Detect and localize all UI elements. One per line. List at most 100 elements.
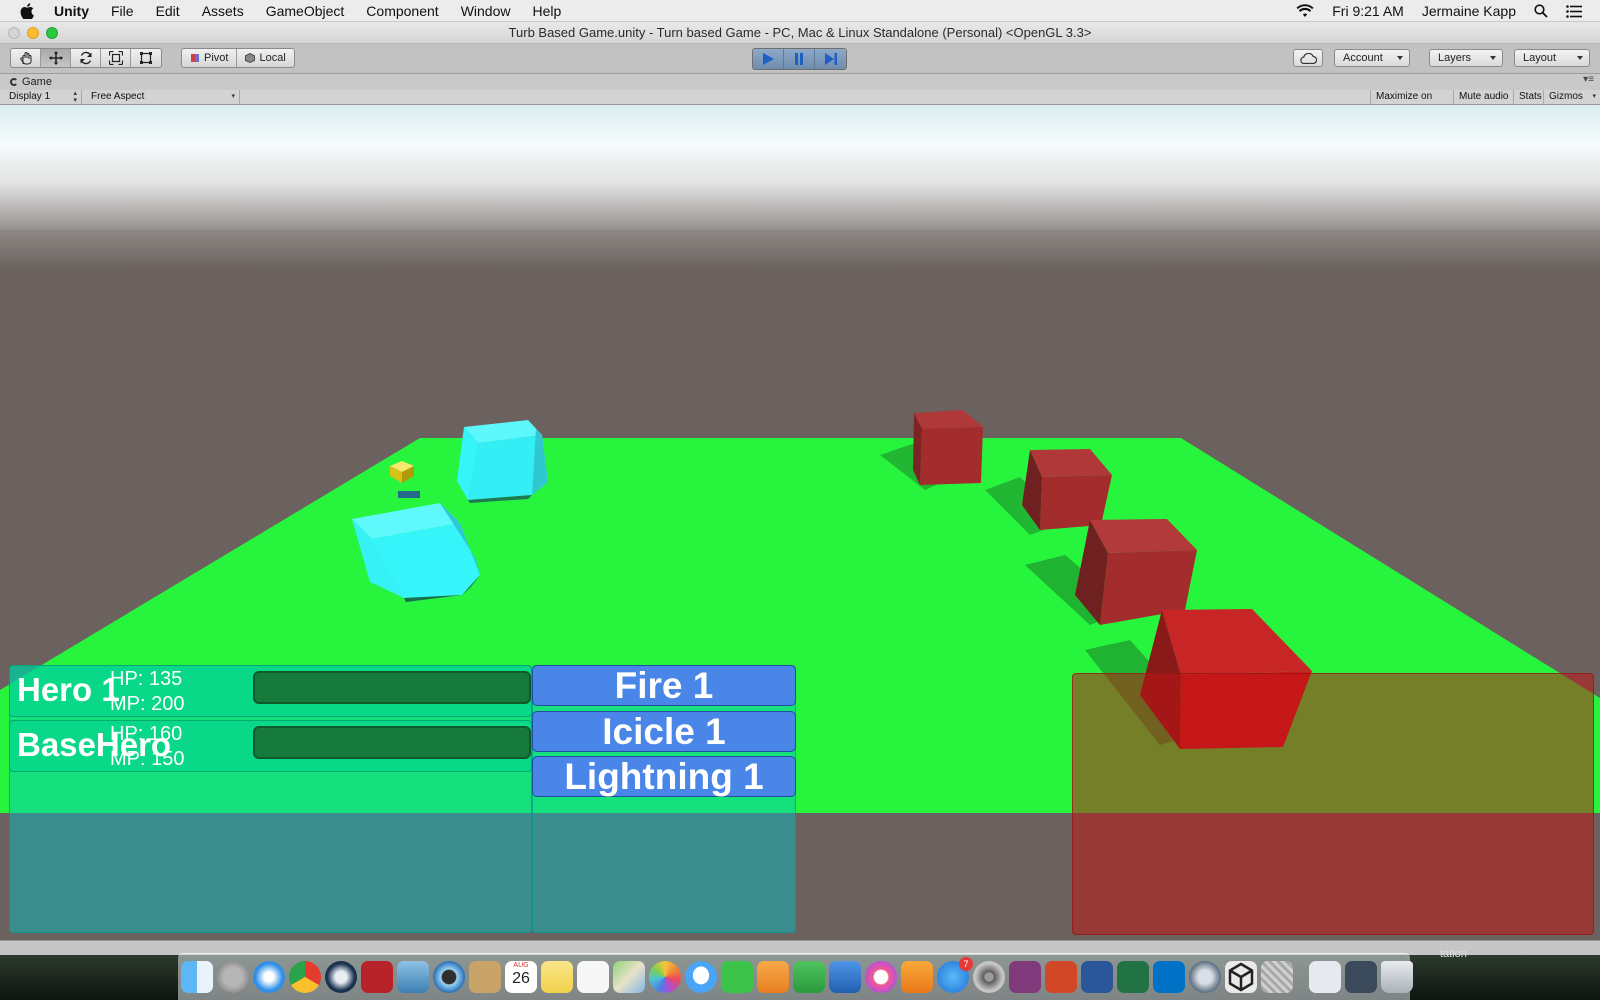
maximize-on-play-toggle[interactable]: Maximize on Play bbox=[1370, 90, 1454, 116]
wifi-icon[interactable] bbox=[1296, 4, 1314, 18]
app-store-icon[interactable]: 7 bbox=[937, 957, 973, 993]
contacts-icon[interactable] bbox=[469, 961, 501, 993]
collab-cloud-button[interactable] bbox=[1293, 49, 1323, 67]
enemy-cube-1[interactable] bbox=[913, 410, 983, 485]
pivot-toggle[interactable]: Pivot bbox=[182, 49, 238, 67]
notification-center-icon[interactable] bbox=[1566, 4, 1582, 18]
remote-desktop-icon[interactable] bbox=[1189, 961, 1221, 993]
local-cube-icon bbox=[245, 53, 256, 63]
hero-name: Hero 1 bbox=[17, 671, 120, 708]
chevron-down-icon bbox=[1577, 56, 1583, 60]
calendar-icon[interactable]: AUG 26 bbox=[505, 961, 537, 993]
menu-component[interactable]: Component bbox=[366, 3, 438, 19]
stats-toggle[interactable]: Stats bbox=[1514, 90, 1544, 104]
excel-icon[interactable] bbox=[1117, 961, 1149, 993]
mute-audio-label: Mute audio bbox=[1459, 91, 1509, 102]
chevron-down-icon bbox=[1397, 56, 1403, 60]
lightning-1-button[interactable]: Lightning 1 bbox=[532, 756, 796, 797]
launchpad-icon[interactable] bbox=[217, 961, 249, 993]
quicktime-icon[interactable] bbox=[433, 961, 465, 993]
game-view-controls: Display 1 ▴▾ Free Aspect ▾ Maximize on P… bbox=[0, 90, 1600, 116]
play-button[interactable] bbox=[753, 49, 784, 69]
tab-game-label: Game bbox=[22, 76, 52, 88]
preview-icon[interactable] bbox=[397, 961, 429, 993]
scanner-icon[interactable] bbox=[1261, 961, 1293, 993]
photo-booth-icon[interactable] bbox=[361, 961, 393, 993]
menu-edit[interactable]: Edit bbox=[156, 3, 180, 19]
rotate-icon bbox=[79, 51, 92, 65]
unity-toolbar: Pivot Local Account Layers Layout bbox=[0, 44, 1600, 74]
spotlight-search-icon[interactable] bbox=[1534, 4, 1548, 18]
macos-menu-bar: Unity File Edit Assets GameObject Compon… bbox=[0, 0, 1600, 22]
messages-icon[interactable] bbox=[685, 961, 717, 993]
steam-icon[interactable] bbox=[325, 961, 357, 993]
enemy-cube-3[interactable] bbox=[1075, 519, 1197, 625]
powerpoint-icon[interactable] bbox=[1045, 961, 1077, 993]
minimize-window-button[interactable] bbox=[27, 27, 39, 39]
tab-menu-icon[interactable]: ▾≡ bbox=[1583, 74, 1594, 85]
onenote-icon[interactable] bbox=[1009, 961, 1041, 993]
hand-tool-button[interactable] bbox=[11, 49, 41, 67]
finder-icon[interactable] bbox=[181, 961, 213, 993]
hero-cube-back[interactable] bbox=[457, 420, 548, 503]
close-window-button[interactable] bbox=[8, 27, 20, 39]
keynote-icon[interactable] bbox=[829, 961, 861, 993]
downloads-folder-icon[interactable] bbox=[1309, 961, 1341, 993]
game-viewport[interactable]: Hero 1 HP: 135 MP: 200 BaseHero HP: 160 … bbox=[0, 105, 1600, 940]
display-select[interactable]: Display 1 ▴ ▾ bbox=[4, 90, 82, 104]
hero-status-2[interactable]: BaseHero HP: 160 MP: 150 bbox=[9, 720, 532, 772]
facetime-icon[interactable] bbox=[721, 961, 753, 993]
itunes-icon[interactable] bbox=[865, 961, 897, 993]
rotate-tool-button[interactable] bbox=[71, 49, 101, 67]
hero-progress-bar bbox=[253, 726, 531, 759]
trash-icon[interactable] bbox=[1381, 961, 1413, 993]
layers-dropdown[interactable]: Layers bbox=[1429, 49, 1503, 67]
unity-icon[interactable] bbox=[1225, 961, 1257, 993]
menu-file[interactable]: File bbox=[111, 3, 134, 19]
safari-icon[interactable] bbox=[253, 961, 285, 993]
move-tool-button[interactable] bbox=[41, 49, 71, 67]
ibooks-icon[interactable] bbox=[901, 961, 933, 993]
select-arrows-icon: ▴ ▾ bbox=[73, 90, 77, 104]
zoom-window-button[interactable] bbox=[46, 27, 58, 39]
app-store-badge: 7 bbox=[959, 957, 973, 971]
gizmos-dropdown[interactable]: Gizmos ▾ bbox=[1544, 90, 1600, 104]
rect-tool-button[interactable] bbox=[131, 49, 161, 67]
apple-menu-icon[interactable] bbox=[20, 2, 34, 19]
reminders-icon[interactable] bbox=[577, 961, 609, 993]
mute-audio-toggle[interactable]: Mute audio bbox=[1454, 90, 1514, 104]
pause-button[interactable] bbox=[784, 49, 815, 69]
step-button[interactable] bbox=[815, 49, 846, 69]
clock[interactable]: Fri 9:21 AM bbox=[1332, 3, 1404, 19]
pages-icon[interactable] bbox=[757, 961, 789, 993]
tab-game[interactable]: Game bbox=[8, 75, 52, 90]
local-toggle[interactable]: Local bbox=[237, 49, 293, 67]
chrome-icon[interactable] bbox=[289, 961, 321, 993]
outlook-icon[interactable] bbox=[1153, 961, 1185, 993]
menu-app-name[interactable]: Unity bbox=[54, 3, 89, 19]
enemy-cube-2[interactable] bbox=[1022, 449, 1112, 530]
account-dropdown[interactable]: Account bbox=[1334, 49, 1410, 67]
fire-1-button[interactable]: Fire 1 bbox=[532, 665, 796, 706]
user-name[interactable]: Jermaine Kapp bbox=[1422, 3, 1516, 19]
screenshot-stack-icon[interactable] bbox=[1345, 961, 1377, 993]
notes-icon[interactable] bbox=[541, 961, 573, 993]
chevron-down-icon: ▾ bbox=[231, 93, 235, 100]
menu-assets[interactable]: Assets bbox=[202, 3, 244, 19]
menu-gameobject[interactable]: GameObject bbox=[266, 3, 345, 19]
screen: Unity File Edit Assets GameObject Compon… bbox=[0, 0, 1600, 1000]
layout-dropdown[interactable]: Layout bbox=[1514, 49, 1590, 67]
photos-icon[interactable] bbox=[649, 961, 681, 993]
scale-tool-button[interactable] bbox=[101, 49, 131, 67]
icicle-1-button[interactable]: Icicle 1 bbox=[532, 711, 796, 752]
aspect-select[interactable]: Free Aspect ▾ bbox=[86, 90, 240, 104]
pivot-label: Pivot bbox=[204, 52, 229, 64]
hero-status-1[interactable]: Hero 1 HP: 135 MP: 200 bbox=[9, 665, 532, 717]
menu-help[interactable]: Help bbox=[532, 3, 561, 19]
menu-window[interactable]: Window bbox=[461, 3, 511, 19]
maps-icon[interactable] bbox=[613, 961, 645, 993]
word-icon[interactable] bbox=[1081, 961, 1113, 993]
numbers-icon[interactable] bbox=[793, 961, 825, 993]
system-preferences-icon[interactable] bbox=[973, 961, 1005, 993]
gizmos-label: Gizmos bbox=[1549, 91, 1583, 102]
